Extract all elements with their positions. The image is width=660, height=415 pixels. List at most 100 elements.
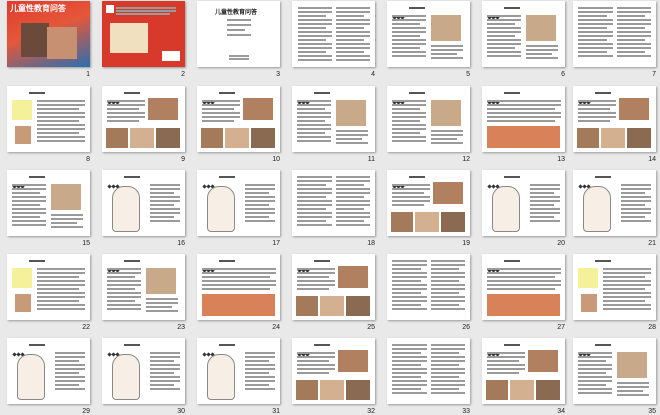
text-line — [487, 368, 525, 370]
text-line — [487, 104, 561, 106]
slide-thumbnail[interactable] — [197, 254, 280, 320]
text-line — [431, 57, 463, 59]
slide-thumbnail[interactable] — [292, 338, 375, 404]
text-line — [392, 268, 421, 270]
slide-thumbnail[interactable] — [197, 338, 280, 404]
text-line — [55, 384, 79, 386]
text-line — [116, 13, 170, 15]
text-line — [107, 308, 141, 310]
text-line — [530, 188, 560, 190]
text-line — [621, 220, 651, 222]
text-line — [336, 27, 364, 29]
slide-thumbnail[interactable]: 儿童性教育问答 — [197, 1, 280, 67]
slide-thumbnail[interactable] — [102, 86, 185, 152]
text-line — [578, 356, 612, 358]
slide-thumbnail[interactable] — [387, 338, 470, 404]
text-line — [487, 280, 561, 282]
text-line — [578, 100, 616, 102]
slide-thumbnail[interactable] — [102, 170, 185, 236]
slide-thumbnail[interactable] — [387, 254, 470, 320]
slide-picture — [431, 15, 461, 41]
slide-thumbnail[interactable] — [482, 86, 565, 152]
text-line — [336, 11, 370, 13]
text-line — [336, 220, 364, 222]
slide-thumbnail[interactable] — [197, 86, 280, 152]
text-line — [621, 184, 651, 186]
slide-thumbnail[interactable] — [573, 338, 656, 404]
slide-thumbnail[interactable] — [573, 86, 656, 152]
text-line — [245, 208, 275, 210]
slide-thumbnail[interactable] — [482, 1, 565, 67]
slide-number: 18 — [367, 240, 375, 247]
text-line — [392, 47, 420, 49]
slide-thumbnail[interactable] — [292, 254, 375, 320]
text-line — [107, 284, 141, 286]
text-line — [487, 120, 555, 122]
text-line — [487, 55, 521, 57]
text-line — [336, 35, 370, 37]
text-line — [202, 100, 240, 102]
text-line — [336, 192, 370, 194]
slide-header — [487, 6, 500, 20]
text-line — [578, 51, 607, 53]
slide-thumbnail[interactable] — [482, 254, 565, 320]
slide-number: 11 — [367, 156, 375, 163]
text-line — [150, 360, 174, 362]
slide-thumbnail[interactable] — [7, 170, 90, 236]
slide-thumbnail[interactable] — [387, 170, 470, 236]
text-line — [336, 15, 364, 17]
slide-picture — [487, 294, 560, 316]
text-line — [298, 23, 332, 25]
text-line — [202, 120, 234, 122]
text-line — [107, 100, 145, 102]
text-line — [392, 296, 427, 298]
slide-header — [392, 91, 405, 105]
text-line — [37, 284, 85, 286]
slide-thumbnail[interactable] — [387, 1, 470, 67]
slide-thumbnail[interactable]: 儿童性教育问答 — [7, 1, 90, 67]
text-line — [392, 260, 427, 262]
text-line — [487, 43, 521, 45]
slide-thumbnail[interactable] — [573, 254, 656, 320]
text-line — [150, 184, 180, 186]
slide-thumbnail[interactable] — [102, 338, 185, 404]
slide-thumbnail[interactable] — [102, 1, 185, 67]
slide-number: 24 — [272, 324, 280, 331]
slide-thumbnail[interactable] — [292, 1, 375, 67]
slide-thumbnail[interactable] — [102, 254, 185, 320]
text-line — [431, 356, 465, 358]
slide-thumbnail[interactable] — [292, 86, 375, 152]
text-line — [603, 296, 651, 298]
slide-thumbnail[interactable] — [197, 170, 280, 236]
text-line — [617, 35, 651, 37]
text-line — [578, 7, 613, 9]
text-line — [297, 212, 332, 214]
slide-thumbnail[interactable] — [292, 170, 375, 236]
text-line — [392, 55, 426, 57]
slide-thumbnail[interactable] — [7, 338, 90, 404]
text-line — [37, 308, 85, 310]
slide-thumbnail[interactable] — [482, 338, 565, 404]
text-line — [431, 304, 459, 306]
slide-thumbnail[interactable] — [482, 170, 565, 236]
slide-thumbnail[interactable] — [7, 254, 90, 320]
text-line — [37, 300, 79, 302]
text-line — [55, 364, 85, 366]
text-line — [336, 59, 370, 61]
slide-number: 7 — [652, 71, 656, 78]
text-line — [107, 280, 141, 282]
slide-thumbnail[interactable] — [7, 86, 90, 152]
text-line — [297, 104, 331, 106]
text-line — [51, 218, 83, 220]
slide-thumbnail[interactable] — [573, 170, 656, 236]
text-line — [530, 212, 560, 214]
header-title-line — [314, 260, 330, 262]
text-line — [336, 138, 362, 140]
slide-thumbnail[interactable] — [387, 86, 470, 152]
text-line — [487, 15, 521, 17]
text-line — [297, 136, 331, 138]
figure-drawing — [492, 186, 520, 232]
text-line — [12, 188, 46, 190]
slide-thumbnail[interactable] — [573, 1, 656, 67]
text-line — [431, 300, 465, 302]
